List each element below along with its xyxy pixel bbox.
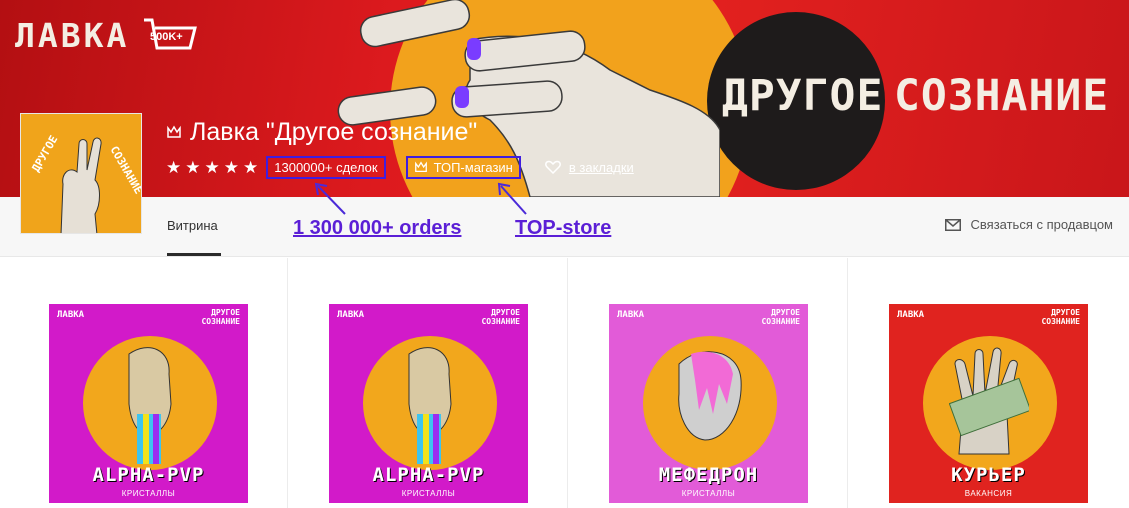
product-name: ALPHA-PVP xyxy=(92,464,205,486)
star-icon: ★ xyxy=(204,157,220,177)
product-brand-left: ЛАВКА xyxy=(617,310,645,320)
tab-active-indicator xyxy=(167,253,221,256)
product-card[interactable]: ЛАВКА ДРУГОЕ СОЗНАНИЕ ALPHA-PVP КРИСТАЛЛ… xyxy=(8,258,288,508)
shop-meta-row: ★ ★ ★ ★ ★ 1300000+ сделок ТОП-магазин в … xyxy=(166,154,634,180)
deals-count: 1300000+ сделок xyxy=(266,155,386,179)
product-brand-right: ДРУГОЕ СОЗНАНИЕ xyxy=(201,308,240,326)
top-shop-label: ТОП-магазин xyxy=(433,159,513,175)
star-icon: ★ xyxy=(166,157,182,177)
product-category: КРИСТАЛЛЫ xyxy=(121,489,176,498)
product-category: КРИСТАЛЛЫ xyxy=(681,489,736,498)
contact-seller-button[interactable]: Связаться с продавцом xyxy=(944,217,1114,232)
star-icon: ★ xyxy=(243,157,259,177)
figure-illustration xyxy=(678,351,742,441)
shop-title: Лавка "Другое сознание" xyxy=(166,116,477,148)
bookmark-button[interactable]: в закладки xyxy=(544,159,634,175)
contact-seller-label: Связаться с продавцом xyxy=(970,217,1114,232)
banner-art-word-1: ДРУГОЕ xyxy=(722,71,884,121)
product-brand-right: ДРУГОЕ СОЗНАНИЕ xyxy=(761,308,800,326)
product-brand-left: ЛАВКА xyxy=(57,310,85,320)
rating-stars: ★ ★ ★ ★ ★ xyxy=(166,159,258,176)
product-image[interactable]: ЛАВКА ДРУГОЕ СОЗНАНИЕ КУРЬЕР ВАКАНСИЯ xyxy=(889,304,1088,503)
product-brand-right: ДРУГОЕ СОЗНАНИЕ xyxy=(481,308,520,326)
product-brand-right: ДРУГОЕ СОЗНАНИЕ xyxy=(1041,308,1080,326)
product-card[interactable]: ЛАВКА ДРУГОЕ СОЗНАНИЕ МЕФЕДРОН КРИСТАЛЛЫ xyxy=(568,258,848,508)
product-name: МЕФЕДРОН xyxy=(658,464,759,486)
product-grid: ЛАВКА ДРУГОЕ СОЗНАНИЕ ALPHA-PVP КРИСТАЛЛ… xyxy=(8,258,1129,508)
product-image[interactable]: ЛАВКА ДРУГОЕ СОЗНАНИЕ МЕФЕДРОН КРИСТАЛЛЫ xyxy=(609,304,808,503)
top-shop-badge: ТОП-магазин xyxy=(405,155,521,179)
product-category: КРИСТАЛЛЫ xyxy=(401,489,456,498)
hand-with-money-illustration xyxy=(949,347,1029,455)
shop-page: ЛАВКА 500K+ ДРУГОЕ СОЗНАНИЕ Лавка "Друго… xyxy=(0,0,1129,508)
bookmark-label: в закладки xyxy=(568,159,634,175)
star-icon: ★ xyxy=(185,157,201,177)
avatar-illustration: ДРУГОЕ СОЗНАНИЕ xyxy=(21,114,141,233)
shop-banner: ЛАВКА 500K+ ДРУГОЕ СОЗНАНИЕ Лавка "Друго… xyxy=(0,0,1129,197)
crown-icon xyxy=(167,125,181,138)
product-name: ALPHA-PVP xyxy=(372,464,485,486)
product-brand-left: ЛАВКА xyxy=(337,310,365,320)
crown-icon xyxy=(414,161,427,173)
brand-logo[interactable]: ЛАВКА xyxy=(15,18,129,54)
product-name: КУРЬЕР xyxy=(951,464,1026,486)
figure-illustration xyxy=(408,347,452,464)
product-brand-left: ЛАВКА xyxy=(897,310,925,320)
shop-avatar[interactable]: ДРУГОЕ СОЗНАНИЕ xyxy=(20,113,142,234)
figure-illustration xyxy=(128,347,172,464)
product-image[interactable]: ЛАВКА ДРУГОЕ СОЗНАНИЕ ALPHA-PVP КРИСТАЛЛ… xyxy=(329,304,528,503)
shop-title-text: Лавка "Другое сознание" xyxy=(190,118,478,146)
banner-art-word-2: СОЗНАНИЕ xyxy=(894,71,1110,121)
tab-vitrina[interactable]: Витрина xyxy=(167,218,218,233)
annotation-top-store: TOP-store xyxy=(515,217,612,239)
basket-badge: 500K+ xyxy=(150,31,183,43)
annotation-orders: 1 300 000+ orders xyxy=(293,217,462,239)
product-card[interactable]: ЛАВКА ДРУГОЕ СОЗНАНИЕ ALPHA-PVP КРИСТАЛЛ… xyxy=(288,258,568,508)
product-card[interactable]: ЛАВКА ДРУГОЕ СОЗНАНИЕ КУРЬЕР ВАКАНСИЯ xyxy=(848,258,1128,508)
heart-icon xyxy=(544,160,561,174)
product-category: ВАКАНСИЯ xyxy=(964,489,1013,498)
star-icon: ★ xyxy=(223,157,239,177)
envelope-icon xyxy=(944,218,961,231)
product-image[interactable]: ЛАВКА ДРУГОЕ СОЗНАНИЕ ALPHA-PVP КРИСТАЛЛ… xyxy=(49,304,248,503)
